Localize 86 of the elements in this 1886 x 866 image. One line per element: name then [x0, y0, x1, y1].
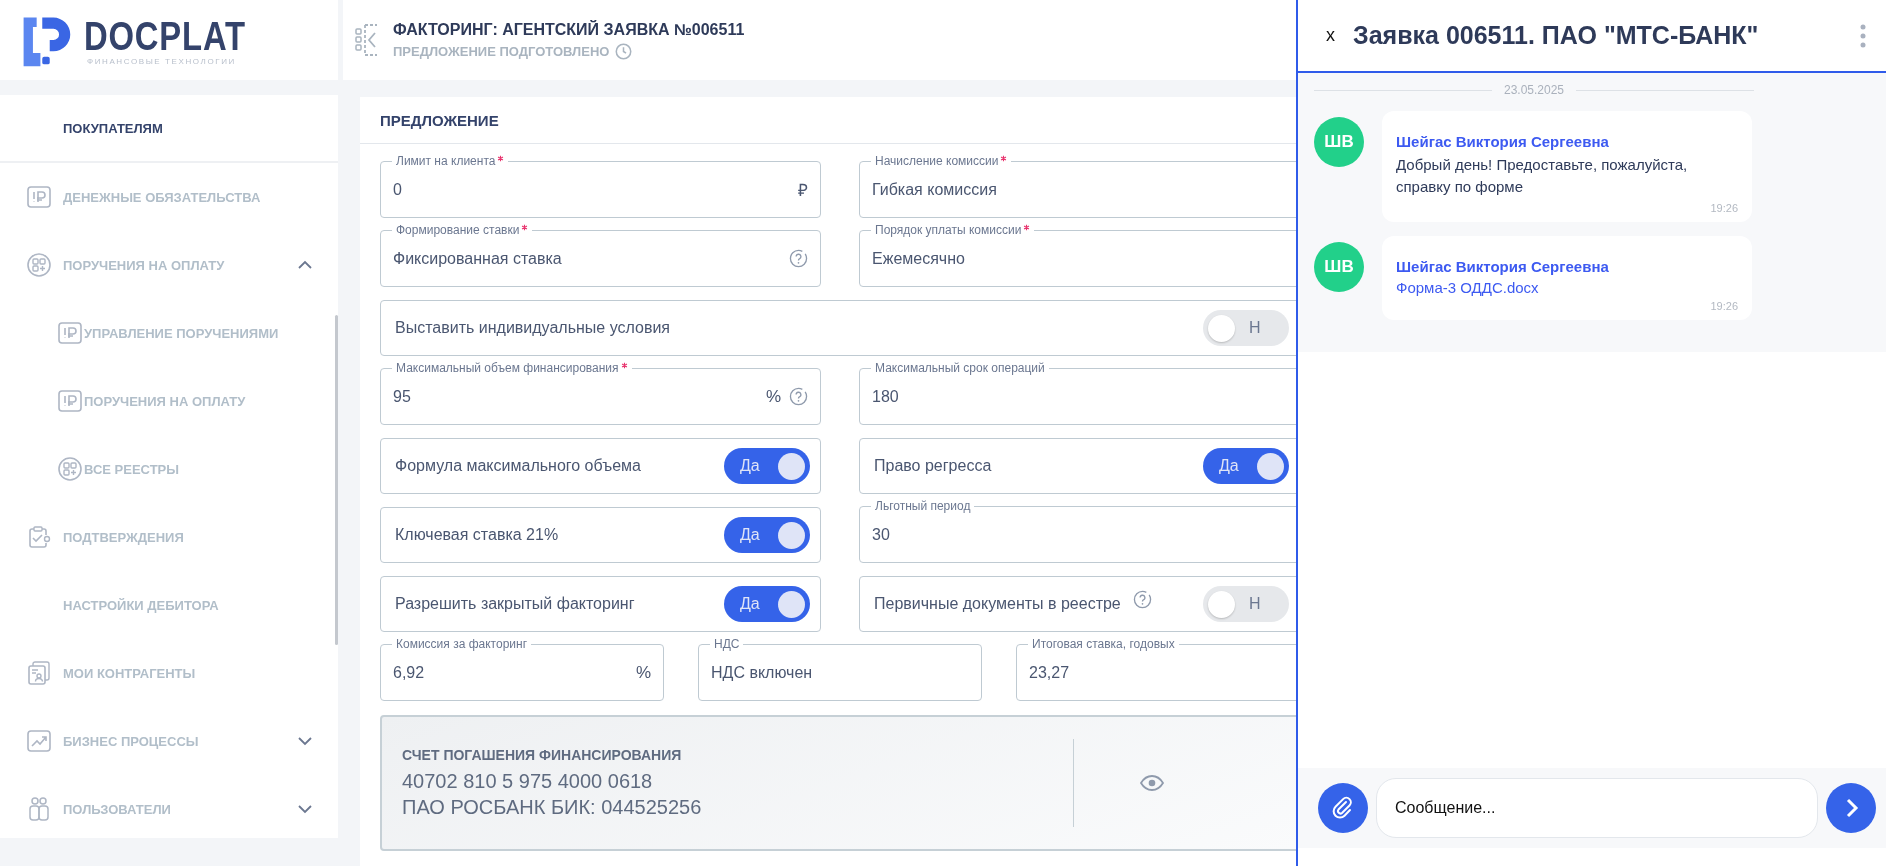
message-time: 19:26	[1710, 300, 1738, 312]
chat-title: Заявка 006511. ПАО "МТС-БАНК"	[1353, 21, 1759, 50]
attach-button[interactable]	[1318, 783, 1368, 833]
field-value[interactable]: 30	[872, 525, 1287, 544]
field-value[interactable]: Ежемесячно	[872, 249, 1287, 268]
message-text: Добрый день! Предоставьте, пожалуйста, справку по форме	[1396, 155, 1689, 197]
toggle-switch[interactable]: Н	[1203, 586, 1289, 622]
chevron-down-icon[interactable]	[297, 736, 313, 746]
message-time: 19:26	[1710, 202, 1738, 214]
brand-name: DOCPLAT	[84, 14, 246, 57]
toggle-switch[interactable]: Да	[1203, 448, 1289, 484]
field-value[interactable]: 180	[872, 387, 1287, 406]
option-label: Первичные документы в реестре	[874, 595, 1121, 613]
page-title: ФАКТОРИНГ: АГЕНТСКИЙ ЗАЯВКА №006511	[393, 20, 745, 39]
option-label: Право регресса	[874, 457, 992, 475]
field-value[interactable]: Гибкая комиссия	[872, 180, 1287, 199]
eye-icon[interactable]	[1140, 775, 1164, 791]
close-button[interactable]: x	[1324, 25, 1337, 46]
message-field[interactable]: Сообщение...	[1376, 778, 1818, 838]
field-label: Максимальный срок операций	[874, 361, 1046, 375]
text-field[interactable]: Комиссия за факторинг 6,92 %	[380, 637, 664, 701]
field-label: Формирование ставки	[392, 223, 533, 237]
account-detail: ПАО РОСБАНК БИК: 044525256	[402, 796, 703, 819]
field-value[interactable]: 0	[393, 180, 790, 199]
field-value[interactable]: НДС включен	[711, 663, 969, 682]
account-title: СЧЕТ ПОГАШЕНИЯ ФИНАНСИРОВАНИЯ	[402, 747, 683, 763]
field-value[interactable]: 6,92	[393, 663, 628, 682]
field-label: Порядок уплаты комиссии	[871, 223, 1035, 237]
contact-card-icon	[27, 661, 51, 685]
text-field[interactable]: Максимальный объем финансирования 95 %	[380, 361, 821, 425]
ruble-document-icon	[58, 389, 82, 413]
option-label: Выставить индивидуальные условия	[395, 319, 670, 337]
field-value[interactable]: 23,27	[1029, 663, 1287, 682]
text-field[interactable]: Формирование ставки Фиксированная ставка	[380, 223, 821, 287]
account-detail: 40702 810 5 975 4000 0618	[402, 770, 654, 793]
status-text: ПРЕДЛОЖЕНИЕ ПОДГОТОВЛЕНО	[393, 43, 610, 59]
field-label: Максимальный объем финансирования	[392, 361, 632, 375]
chevron-up-icon[interactable]	[297, 260, 313, 270]
scrollbar-thumb[interactable]	[335, 315, 338, 645]
text-field[interactable]: Начисление комиссии Гибкая комиссия	[859, 154, 1296, 218]
nav-item[interactable]: ПОКУПАТЕЛЯМ	[0, 95, 338, 163]
ruble-document-icon	[58, 321, 82, 345]
toggle-switch[interactable]: Да	[724, 517, 810, 553]
grid-plus-icon	[27, 253, 51, 277]
author-name: Шейгас Виктория Сергеевна	[1396, 258, 1610, 275]
author-name: Шейгас Виктория Сергеевна	[1396, 133, 1610, 150]
text-field[interactable]: Лимит на клиента 0 ₽	[380, 154, 821, 218]
field-label: НДС	[713, 637, 741, 651]
option-label: Ключевая ставка 21%	[395, 526, 559, 544]
field-label: Лимит на клиента	[392, 154, 509, 168]
toggle-switch[interactable]: Н	[1203, 310, 1289, 346]
unit-label: %	[635, 662, 651, 683]
toggle-switch[interactable]: Да	[724, 448, 810, 484]
chart-icon	[27, 729, 51, 753]
help-icon[interactable]	[789, 387, 808, 406]
text-field[interactable]: Порядок уплаты комиссии Ежемесячно	[859, 223, 1296, 287]
option-label: Разрешить закрытый факторинг	[395, 595, 635, 613]
field-value[interactable]: Фиксированная ставка	[393, 249, 781, 268]
help-icon[interactable]	[789, 249, 808, 268]
more-icon[interactable]	[1860, 23, 1866, 48]
unit-label: ₽	[798, 180, 808, 201]
field-label: Льготный период	[874, 499, 972, 513]
field-label: Начисление комиссии	[871, 154, 1012, 168]
avatar: ШВ	[1314, 242, 1364, 292]
collapse-icon[interactable]	[355, 23, 379, 57]
paperclip-icon	[1331, 796, 1355, 820]
file-link[interactable]: Форма-3 ОДДС.docx	[1396, 279, 1738, 296]
avatar: ШВ	[1314, 117, 1364, 167]
field-label: Комиссия за факторинг	[395, 637, 528, 651]
help-icon[interactable]	[1132, 589, 1152, 609]
grid-plus-icon	[58, 457, 82, 481]
chevron-down-icon[interactable]	[297, 804, 313, 814]
checklist-icon	[27, 525, 51, 549]
text-field[interactable]: НДС НДС включен	[698, 637, 982, 701]
date-label: 23.05.2025	[1503, 83, 1565, 97]
field-label: Итоговая ставка, годовых	[1031, 637, 1176, 651]
users-icon	[27, 797, 51, 821]
section-title: ПРЕДЛОЖЕНИЕ	[380, 111, 499, 129]
unit-label: %	[765, 386, 781, 407]
clock-icon	[615, 42, 633, 60]
option-label: Формула максимального объема	[395, 457, 641, 475]
field-value[interactable]: 95	[393, 387, 758, 406]
toggle-switch[interactable]: Да	[724, 586, 810, 622]
brand-tagline: ФИНАНСОВЫЕ ТЕХНОЛОГИИ	[87, 56, 237, 66]
send-button[interactable]	[1826, 783, 1876, 833]
ruble-document-icon	[27, 185, 51, 209]
